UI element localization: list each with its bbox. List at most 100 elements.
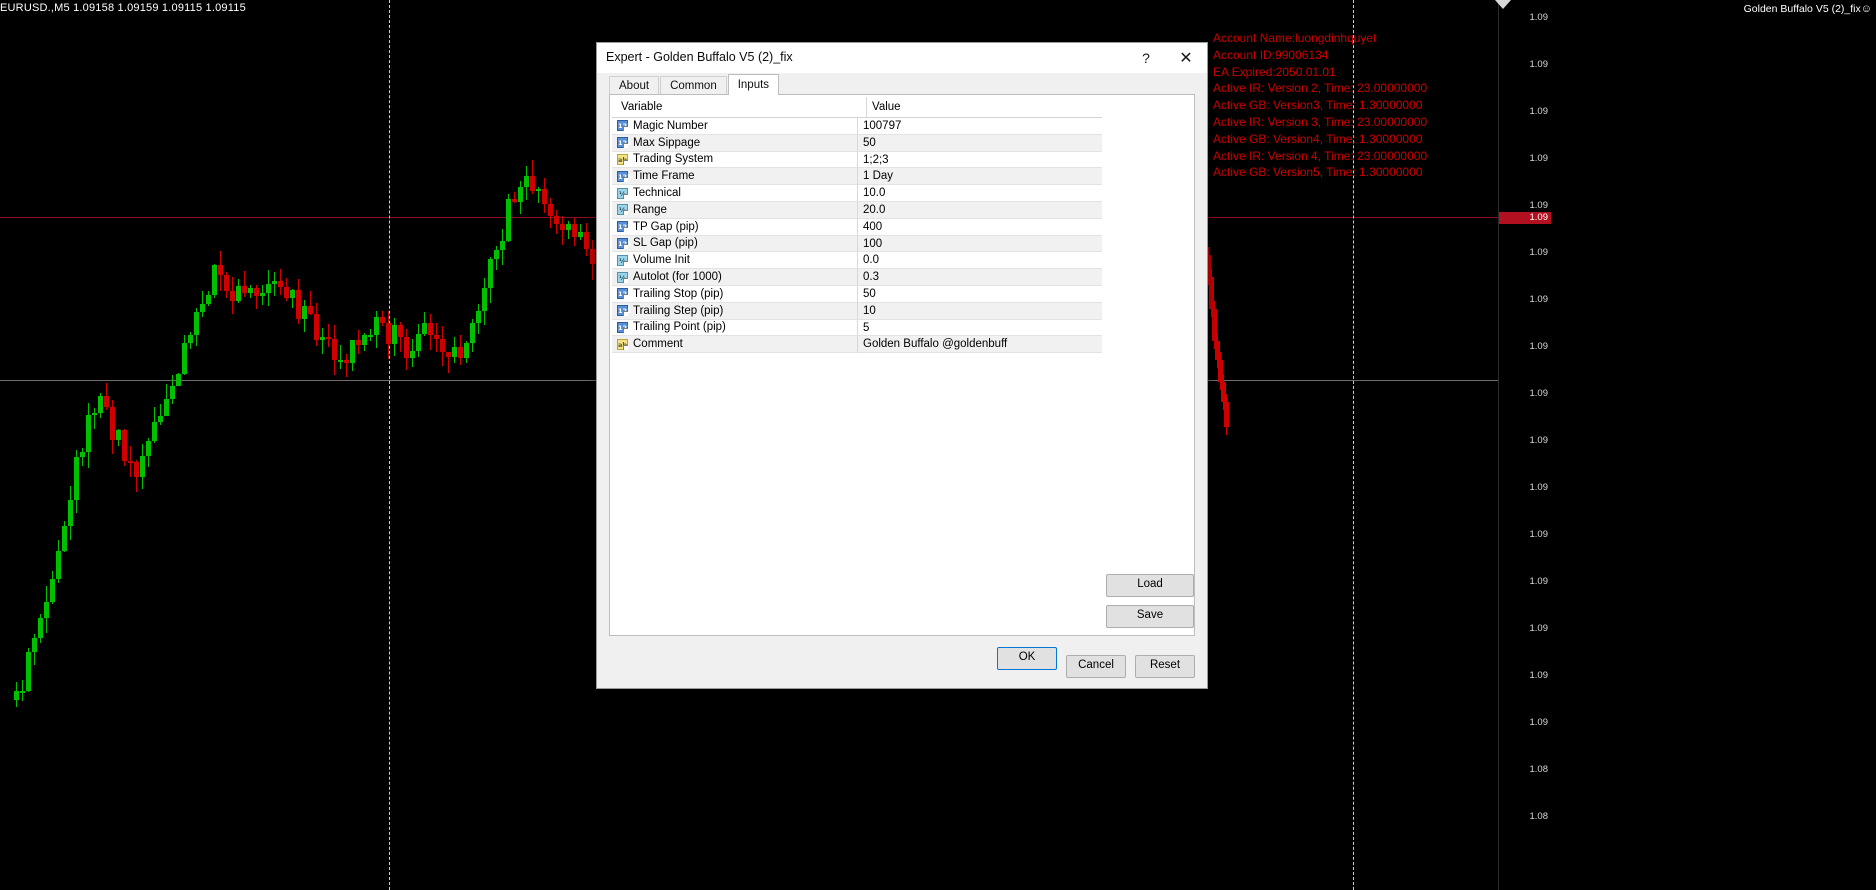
dialog-title: Expert - Golden Buffalo V5 (2)_fix (606, 50, 793, 64)
inputs-panel: Variable Value 123 Magic Number 100797 123 M… (609, 94, 1195, 636)
parameter-row[interactable]: ab Comment Golden Buffalo @goldenbuff (612, 336, 1102, 354)
parameter-variable-cell: ab Trading System (612, 152, 857, 169)
parameter-variable-cell: 123 Time Frame (612, 168, 857, 186)
parameter-variable-cell: 123 SL Gap (pip) (612, 236, 857, 253)
parameter-row[interactable]: ½ Range 20.0 (612, 201, 1102, 219)
parameter-value-cell[interactable]: 10 (857, 302, 1102, 320)
parameter-row[interactable]: 123 Magic Number 100797 (612, 118, 1102, 135)
smiley-icon: ☺ (1860, 3, 1872, 15)
type-dbl-icon: ½ (617, 271, 628, 283)
price-tick: 1.09 (1529, 670, 1549, 681)
column-header-value: Value (866, 97, 1102, 117)
parameter-variable-cell: ab Comment (612, 336, 857, 354)
price-tick: 1.09 (1529, 59, 1549, 70)
type-int-icon: 123 (617, 321, 632, 333)
parameters-grid[interactable]: Variable Value 123 Magic Number 100797 123 M… (612, 97, 1102, 354)
ea-name-label: Golden Buffalo V5 (2)_fix☺ (1744, 3, 1872, 15)
ea-info-line: Active GB: Version4, Time: 1.30000000 (1213, 131, 1423, 146)
price-tick: 1.09 (1529, 247, 1549, 258)
parameter-label: Trailing Stop (pip) (633, 287, 724, 300)
ea-info-line: Active IR: Version 3, Time: 23.00000000 (1213, 114, 1428, 129)
type-int-icon: 123 (617, 237, 632, 249)
parameter-label: Technical (633, 187, 681, 200)
parameter-row[interactable]: 123 Time Frame 1 Day (612, 168, 1102, 186)
parameter-row[interactable]: 123 SL Gap (pip) 100 (612, 235, 1102, 253)
dialog-body: About Common Inputs Variable Value 123 Magi… (597, 73, 1207, 688)
column-header-variable: Variable (621, 101, 663, 113)
parameter-row[interactable]: 123 TP Gap (pip) 400 (612, 218, 1102, 236)
price-tick: 1.09 (1529, 576, 1549, 587)
ok-button[interactable]: OK (997, 647, 1057, 670)
parameter-row[interactable]: 123 Trailing Step (pip) 10 (612, 302, 1102, 320)
type-dbl-icon: ½ (617, 187, 628, 199)
axis-arrow-icon (1495, 0, 1511, 9)
parameter-label: Trading System (633, 153, 714, 166)
type-int-icon: 123 (617, 137, 632, 149)
ea-info-line: Active IR: Version 4, Time: 23.00000000 (1213, 148, 1428, 163)
current-price-tag: 1.09 (1499, 212, 1551, 224)
price-tick: 1.09 (1529, 482, 1549, 493)
parameter-value-cell[interactable]: 400 (857, 218, 1102, 236)
parameter-label: Magic Number (633, 119, 708, 132)
ea-info-line: Active GB: Version5, Time: 1.30000000 (1213, 165, 1423, 180)
price-tick: 1.09 (1529, 717, 1549, 728)
parameter-value-cell[interactable]: 1 Day (857, 168, 1102, 186)
type-int-icon: 123 (617, 170, 632, 182)
cancel-button[interactable]: Cancel (1066, 655, 1126, 678)
parameter-row[interactable]: 123 Max Sippage 50 (612, 134, 1102, 152)
price-tick: 1.08 (1529, 764, 1549, 775)
chart-symbol-label: EURUSD.,M5 1.09158 1.09159 1.09115 1.091… (0, 2, 246, 14)
parameter-variable-cell: ½ Technical (612, 185, 857, 202)
parameter-row[interactable]: ab Trading System 1;2;3 (612, 151, 1102, 169)
parameter-value-cell[interactable]: 5 (857, 319, 1102, 337)
close-button[interactable]: ✕ (1169, 43, 1203, 73)
ea-info-line: EA Expired:2050.01.01 (1213, 64, 1336, 79)
tab-about[interactable]: About (609, 76, 660, 95)
price-tick: 1.09 (1529, 388, 1549, 399)
type-str-icon: ab (617, 338, 628, 350)
ea-info-overlay: Account Name:luongdinhquyet Account ID:99… (1213, 30, 1427, 181)
parameter-value-cell[interactable]: 10.0 (857, 185, 1102, 202)
price-tick: 1.09 (1529, 294, 1549, 305)
save-button[interactable]: Save (1106, 605, 1194, 628)
price-axis[interactable]: 1.09 1.09 1.09 1.09 1.09 1.09 1.09 1.09 1.09 1.09… (1495, 0, 1551, 890)
dialog-title-bar[interactable]: Expert - Golden Buffalo V5 (2)_fix ? ✕ (597, 43, 1207, 74)
parameter-value-cell[interactable]: 100 (857, 235, 1102, 253)
type-str-icon: ab (617, 153, 628, 165)
parameter-label: Comment (633, 338, 683, 351)
reset-button[interactable]: Reset (1135, 655, 1195, 678)
parameter-value-cell[interactable]: 50 (857, 285, 1102, 303)
parameter-row[interactable]: 123 Trailing Point (pip) 5 (612, 319, 1102, 337)
parameter-value-cell[interactable]: 50 (857, 134, 1102, 152)
price-tick: 1.09 (1529, 153, 1549, 164)
parameter-label: SL Gap (pip) (633, 237, 698, 250)
load-button[interactable]: Load (1106, 574, 1194, 597)
parameter-variable-cell: ½ Range (612, 202, 857, 219)
parameter-variable-cell: 123 TP Gap (pip) (612, 219, 857, 236)
tab-common[interactable]: Common (660, 76, 727, 95)
parameter-value-cell[interactable]: 20.0 (857, 201, 1102, 219)
price-tick: 1.09 (1529, 435, 1549, 446)
ea-info-line: Account Name:luongdinhquyet (1213, 31, 1377, 45)
parameter-row[interactable]: ½ Volume Init 0.0 (612, 252, 1102, 270)
parameter-value-cell[interactable]: Golden Buffalo @goldenbuff (857, 336, 1102, 354)
parameter-variable-cell: ½ Autolot (for 1000) (612, 269, 857, 286)
type-int-icon: 123 (617, 288, 632, 300)
help-button[interactable]: ? (1129, 43, 1163, 73)
parameter-row[interactable]: 123 Trailing Stop (pip) 50 (612, 285, 1102, 303)
parameter-variable-cell: 123 Max Sippage (612, 135, 857, 152)
tab-inputs[interactable]: Inputs (727, 74, 780, 95)
tab-strip: About Common Inputs (609, 74, 780, 95)
parameter-label: Trailing Point (pip) (633, 321, 726, 334)
ea-info-line: Active IR: Version 2, Time: 23.00000000 (1213, 81, 1428, 96)
parameter-label: TP Gap (pip) (633, 220, 699, 233)
parameter-value-cell[interactable]: 0.3 (857, 269, 1102, 286)
side-button-group: Load Save (1106, 574, 1194, 628)
parameter-value-cell[interactable]: 100797 (857, 118, 1102, 135)
parameter-value-cell[interactable]: 1;2;3 (857, 151, 1102, 169)
parameter-label: Range (633, 203, 667, 216)
type-int-icon: 123 (617, 305, 632, 317)
parameter-row[interactable]: ½ Technical 10.0 (612, 185, 1102, 202)
parameter-row[interactable]: ½ Autolot (for 1000) 0.3 (612, 269, 1102, 286)
parameter-value-cell[interactable]: 0.0 (857, 252, 1102, 270)
